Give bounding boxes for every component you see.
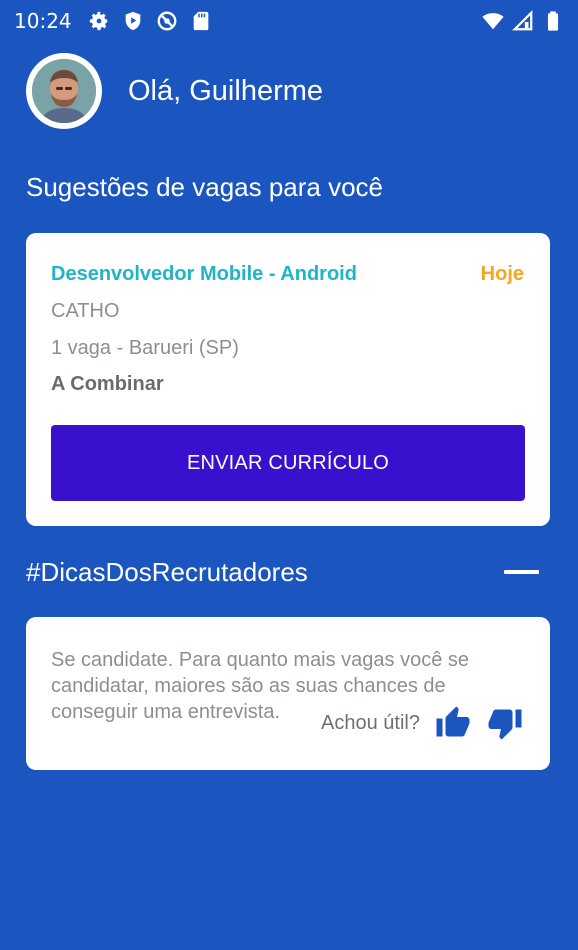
status-time: 10:24 xyxy=(14,9,72,33)
suggestions-title: Sugestões de vagas para você xyxy=(26,172,384,202)
sd-card-icon xyxy=(193,11,208,31)
useful-label: Achou útil? xyxy=(321,711,420,734)
job-company: CATHO xyxy=(51,300,120,322)
avatar[interactable] xyxy=(26,53,102,129)
job-salary: A Combinar xyxy=(51,373,164,395)
job-title[interactable]: Desenvolvedor Mobile - Android xyxy=(51,263,357,286)
app-screen: 10:24 Olá, Guilherme Sugestões de vagas … xyxy=(0,0,578,950)
tip-card: Se candidate. Para quanto mais vagas voc… xyxy=(26,617,550,770)
job-location: 1 vaga - Barueri (SP) xyxy=(51,337,239,359)
send-resume-button[interactable]: ENVIAR CURRÍCULO xyxy=(51,425,525,501)
avatar-portrait-icon xyxy=(32,59,96,123)
status-bar: 10:24 xyxy=(0,0,578,42)
job-date: Hoje xyxy=(480,263,524,285)
gear-icon xyxy=(89,11,107,31)
battery-icon xyxy=(547,11,559,31)
wifi-icon xyxy=(482,13,504,30)
collapse-icon[interactable] xyxy=(504,570,539,574)
thumbs-up-icon[interactable] xyxy=(434,705,472,741)
signal-icon xyxy=(512,10,533,31)
header: Olá, Guilherme xyxy=(26,53,323,129)
status-icons-left xyxy=(88,10,212,32)
greeting-text: Olá, Guilherme xyxy=(128,74,324,107)
thumbs-down-icon[interactable] xyxy=(486,705,524,741)
shield-play-icon xyxy=(125,11,140,31)
job-card[interactable]: Desenvolvedor Mobile - Android Hoje CATH… xyxy=(26,233,550,526)
no-disturb-icon xyxy=(157,11,177,31)
avatar-photo xyxy=(32,59,96,123)
status-icons-right xyxy=(482,10,564,32)
feedback-row: Achou útil? xyxy=(321,705,524,741)
tips-title: #DicasDosRecrutadores xyxy=(26,557,308,587)
